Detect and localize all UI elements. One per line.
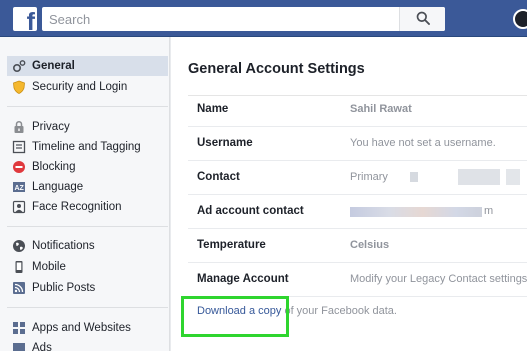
setting-value: Modify your Legacy Contact settings bbox=[350, 273, 527, 285]
sidebar-item-label: Ads bbox=[32, 342, 52, 351]
sidebar-item-language[interactable]: AZ Language bbox=[7, 177, 168, 197]
search-input[interactable] bbox=[42, 7, 402, 31]
setting-label: Manage Account bbox=[197, 273, 289, 285]
sidebar-item-face-recognition[interactable]: Face Recognition bbox=[7, 197, 168, 217]
sidebar-item-label: Language bbox=[32, 181, 84, 193]
setting-label: Temperature bbox=[197, 239, 266, 251]
language-icon: AZ bbox=[12, 180, 26, 194]
lock-icon bbox=[12, 120, 26, 134]
sidebar-item-public-posts[interactable]: Public Posts bbox=[7, 278, 168, 298]
shield-icon bbox=[12, 80, 26, 94]
setting-label: Contact bbox=[197, 171, 240, 183]
sidebar-item-label: Apps and Websites bbox=[32, 322, 131, 334]
block-icon bbox=[12, 160, 26, 174]
page-title: General Account Settings bbox=[188, 61, 365, 77]
sidebar-item-notifications[interactable]: Notifications bbox=[7, 236, 168, 256]
svg-text:AZ: AZ bbox=[15, 185, 25, 192]
sidebar-item-ads[interactable]: Ads bbox=[7, 338, 168, 351]
sidebar-divider bbox=[7, 226, 168, 227]
sidebar-item-timeline-and-tagging[interactable]: Timeline and Tagging bbox=[7, 137, 168, 157]
sidebar-item-label: Public Posts bbox=[32, 282, 96, 294]
sidebar-item-label: Face Recognition bbox=[32, 201, 122, 213]
settings-row-temperature[interactable]: Temperature Celsius bbox=[188, 229, 527, 263]
setting-label: Username bbox=[197, 137, 253, 149]
facebook-logo[interactable]: f bbox=[13, 7, 37, 31]
setting-value: Primary bbox=[350, 171, 388, 183]
download-copy-link[interactable]: Download a copy bbox=[197, 305, 281, 317]
ads-icon bbox=[12, 341, 26, 351]
settings-row-manage-account[interactable]: Manage Account Modify your Legacy Contac… bbox=[188, 263, 527, 297]
sidebar-item-blocking[interactable]: Blocking bbox=[7, 157, 168, 177]
settings-main-panel: General Account Settings Name Sahil Rawa… bbox=[171, 37, 527, 351]
settings-row-ad-account-contact[interactable]: Ad account contact m bbox=[188, 195, 527, 229]
mobile-icon bbox=[12, 260, 26, 274]
setting-value: You have not set a username. bbox=[350, 137, 496, 149]
settings-row-username[interactable]: Username You have not set a username. bbox=[188, 127, 527, 161]
sidebar-item-label: Security and Login bbox=[32, 81, 128, 93]
avatar[interactable] bbox=[513, 9, 527, 29]
setting-label: Ad account contact bbox=[197, 205, 304, 217]
redacted-text bbox=[458, 169, 500, 185]
redacted-text bbox=[506, 169, 520, 185]
facebook-logo-letter: f bbox=[26, 8, 35, 32]
sidebar-divider bbox=[7, 307, 168, 308]
settings-row-contact[interactable]: Contact Primary bbox=[188, 161, 527, 195]
setting-value: Sahil Rawat bbox=[350, 103, 412, 115]
sidebar-item-label: General bbox=[32, 60, 75, 72]
sidebar-item-label: Mobile bbox=[32, 261, 66, 273]
rss-icon bbox=[12, 281, 26, 295]
face-recognition-icon bbox=[12, 200, 26, 214]
gear-icon bbox=[12, 59, 26, 73]
download-note-text: of your Facebook data. bbox=[281, 305, 397, 317]
apps-icon bbox=[12, 321, 26, 335]
sidebar-item-privacy[interactable]: Privacy bbox=[7, 117, 168, 137]
sidebar-divider bbox=[7, 106, 168, 107]
setting-label: Name bbox=[197, 103, 229, 115]
search-bar bbox=[42, 7, 445, 31]
sidebar-item-apps-and-websites[interactable]: Apps and Websites bbox=[7, 318, 168, 338]
sidebar-item-label: Blocking bbox=[32, 161, 76, 173]
search-icon bbox=[416, 11, 430, 28]
timeline-icon bbox=[12, 140, 26, 154]
sidebar-item-general[interactable]: General bbox=[7, 56, 168, 76]
sidebar-item-security-and-login[interactable]: Security and Login bbox=[7, 77, 168, 97]
download-data-note: Download a copy of your Facebook data. bbox=[197, 305, 397, 317]
redacted-text bbox=[350, 207, 482, 217]
sidebar-item-label: Privacy bbox=[32, 121, 70, 133]
redacted-text bbox=[410, 172, 418, 182]
sidebar-item-label: Timeline and Tagging bbox=[32, 141, 141, 153]
setting-value: Celsius bbox=[350, 239, 390, 251]
top-navigation-bar: f bbox=[0, 0, 527, 37]
setting-value: m bbox=[484, 205, 494, 217]
globe-icon bbox=[12, 239, 26, 253]
settings-row-name[interactable]: Name Sahil Rawat bbox=[188, 93, 527, 127]
settings-sidebar: General Security and Login Privacy Timel… bbox=[0, 37, 170, 351]
sidebar-item-label: Notifications bbox=[32, 240, 95, 252]
search-button[interactable] bbox=[399, 7, 445, 31]
sidebar-item-mobile[interactable]: Mobile bbox=[7, 257, 168, 277]
